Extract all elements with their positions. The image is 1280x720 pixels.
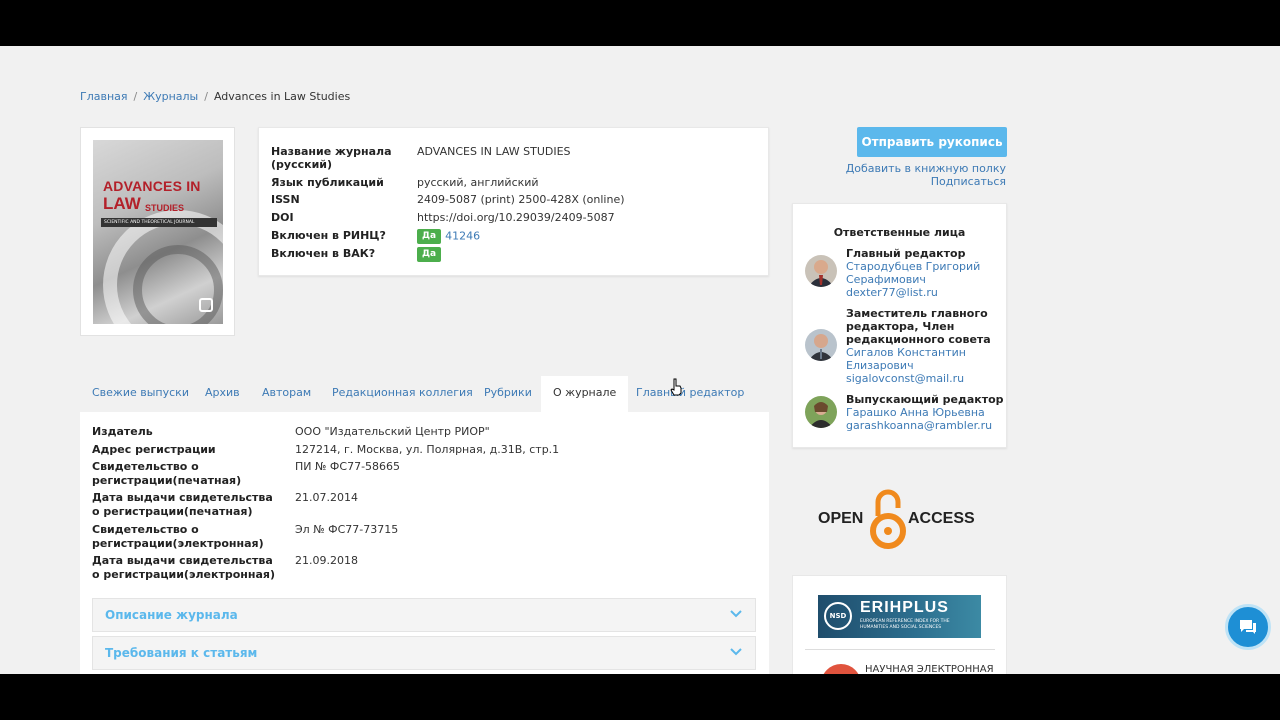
breadcrumb-separator: / [204, 90, 208, 103]
avatar [805, 396, 837, 428]
info-value: русский, английский [417, 176, 539, 189]
person-text: Выпускающий редактор Гарашко Анна Юрьевн… [846, 393, 1004, 432]
person-role: Выпускающий редактор [846, 393, 1004, 406]
chevron-down-icon [730, 610, 742, 618]
open-access-logo[interactable]: OPEN ACCESS [818, 486, 988, 552]
tab-authors[interactable]: Авторам [250, 376, 323, 412]
info-label: Название журнала (русский) [271, 145, 392, 171]
breadcrumb: Главная / Журналы / Advances in Law Studies [80, 90, 350, 103]
person-role: Главный редактор [846, 247, 966, 260]
about-value: ПИ № ФС77-58665 [295, 460, 401, 473]
hand-cursor-icon [670, 378, 682, 396]
journal-cover-image: ADVANCES IN LAW STUDIES SCIENTIFIC AND T… [93, 140, 223, 324]
avatar [805, 329, 837, 361]
info-value: ADVANCES IN LAW STUDIES [417, 145, 571, 158]
person-email-link[interactable]: sigalovconst@mail.ru [846, 372, 1004, 385]
about-value: 21.07.2014 [295, 491, 358, 504]
chat-icon [1240, 620, 1256, 634]
journal-info-card: Название журнала (русский) ADVANCES IN L… [258, 127, 769, 276]
info-value: Да [417, 247, 445, 262]
add-to-bookshelf-link[interactable]: Добавить в книжную полку [846, 162, 1006, 175]
person-name-link[interactable]: Гарашко Анна Юрьевна [846, 406, 1004, 419]
tab-editorial-board[interactable]: Редакционная коллегия [320, 376, 485, 412]
erihplus-logo[interactable]: NSD ERIHPLUS EUROPEAN REFERENCE INDEX FO… [818, 595, 981, 638]
accordion-label: Описание журнала [105, 608, 238, 622]
about-value: ООО "Издательский Центр РИОР" [295, 425, 490, 438]
indexing-card: NSD ERIHPLUS EUROPEAN REFERENCE INDEX FO… [792, 575, 1007, 674]
person-email-link[interactable]: garashkoanna@rambler.ru [846, 419, 1004, 432]
breadcrumb-journals[interactable]: Журналы [143, 90, 198, 103]
chat-button[interactable] [1225, 604, 1271, 650]
about-label: Адрес регистрации [92, 443, 216, 456]
about-label: Свидетельство о регистрации(электронная) [92, 523, 264, 550]
info-label: Включен в ВАК? [271, 247, 376, 260]
journal-cover-card: ADVANCES IN LAW STUDIES SCIENTIFIC AND T… [80, 127, 235, 336]
cover-subtitle: SCIENTIFIC AND THEORETICAL JOURNAL [101, 218, 217, 227]
divider [805, 649, 995, 650]
responsible-persons-card: Ответственные лица Главный редактор Стар… [792, 203, 1007, 448]
publisher-logo-icon [199, 298, 213, 312]
about-value: 21.09.2018 [295, 554, 358, 567]
chevron-down-icon [730, 648, 742, 656]
person-role: Заместитель главного редактора, Член ред… [846, 307, 991, 346]
about-value: 127214, г. Москва, ул. Полярная, д.31В, … [295, 443, 560, 456]
nsd-icon: NSD [824, 602, 852, 630]
about-label: Свидетельство о регистрации(печатная) [92, 460, 242, 487]
info-label: Язык публикаций [271, 176, 384, 189]
open-access-text-right: ACCESS [908, 510, 975, 527]
avatar [805, 255, 837, 287]
cover-title-studies: STUDIES [145, 203, 185, 213]
person-text: Заместитель главного редактора, Член ред… [846, 307, 1004, 385]
info-label: Включен в РИНЦ? [271, 229, 386, 242]
doi-link[interactable]: https://doi.org/10.29039/2409-5087 [417, 211, 615, 224]
info-label: DOI [271, 211, 294, 224]
person-name-link[interactable]: Стародубцев Григорий Серафимович [846, 260, 1004, 286]
persons-title: Ответственные лица [833, 226, 966, 239]
elibrary-text: НАУЧНАЯ ЭЛЕКТРОННАЯ [865, 664, 994, 674]
person-email-link[interactable]: dexter77@list.ru [846, 286, 1004, 299]
accordion-label: Требования к статьям [105, 646, 258, 660]
tab-rubrics[interactable]: Рубрики [472, 376, 544, 412]
erihplus-title: ERIHPLUS [860, 599, 949, 616]
breadcrumb-separator: / [133, 90, 138, 103]
status-badge: Да [417, 229, 442, 244]
about-label: Издатель [92, 425, 153, 438]
info-label: ISSN [271, 193, 300, 206]
tab-archive[interactable]: Архив [193, 376, 252, 412]
submit-manuscript-button[interactable]: Отправить рукопись [857, 127, 1007, 157]
tab-chief-editor[interactable]: Главный редактор [624, 376, 756, 412]
page: Главная / Журналы / Advances in Law Studies … [0, 46, 1280, 674]
info-value: 2409-5087 (print) 2500-428X (online) [417, 193, 625, 206]
about-label: Дата выдачи свидетельства о регистрации(… [92, 554, 275, 581]
open-access-text-left: OPEN [818, 510, 864, 527]
breadcrumb-current: Advances in Law Studies [213, 90, 351, 103]
about-label: Дата выдачи свидетельства о регистрации(… [92, 491, 273, 518]
rinc-id-link[interactable]: 41246 [445, 230, 480, 243]
subscribe-link[interactable]: Подписаться [931, 175, 1006, 188]
erihplus-subtitle: EUROPEAN REFERENCE INDEX FOR THE HUMANIT… [860, 619, 950, 630]
cover-title-law: LAW [103, 194, 141, 213]
cover-title: ADVANCES IN [103, 178, 201, 194]
breadcrumb-home[interactable]: Главная [80, 90, 128, 103]
journal-description-accordion[interactable]: Описание журнала [92, 598, 756, 632]
about-journal-panel: Издатель ООО "Издательский Центр РИОР" А… [80, 412, 769, 674]
status-badge: Да [417, 247, 442, 262]
about-value: Эл № ФС77-73715 [295, 523, 399, 536]
open-lock-icon [870, 489, 906, 549]
article-requirements-accordion[interactable]: Требования к статьям [92, 636, 756, 670]
person-name-link[interactable]: Сигалов Константин Елизарович [846, 346, 1004, 372]
tab-recent-issues[interactable]: Свежие выпуски [80, 376, 201, 412]
info-value: Да 41246 [417, 229, 480, 244]
tab-about-journal[interactable]: О журнале [541, 376, 629, 412]
person-text: Главный редактор Стародубцев Григорий Се… [846, 247, 1004, 299]
elibrary-logo-icon[interactable] [821, 664, 861, 674]
